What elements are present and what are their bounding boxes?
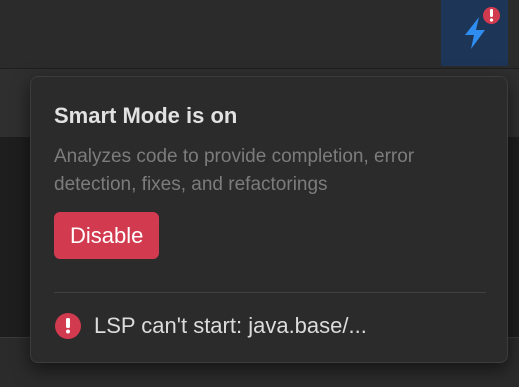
disable-button[interactable]: Disable	[54, 212, 160, 259]
popup-description: Analyzes code to provide completion, err…	[54, 146, 415, 195]
divider	[54, 292, 486, 293]
error-icon	[55, 313, 81, 339]
error-message: LSP can't start: java.base/...	[94, 313, 367, 338]
smart-mode-popup: Smart Mode is on Analyzes code to provid…	[30, 76, 508, 363]
error-badge-icon	[481, 5, 502, 26]
popup-title: Smart Mode is on	[54, 103, 238, 128]
error-row[interactable]: LSP can't start: java.base/...	[55, 313, 367, 339]
